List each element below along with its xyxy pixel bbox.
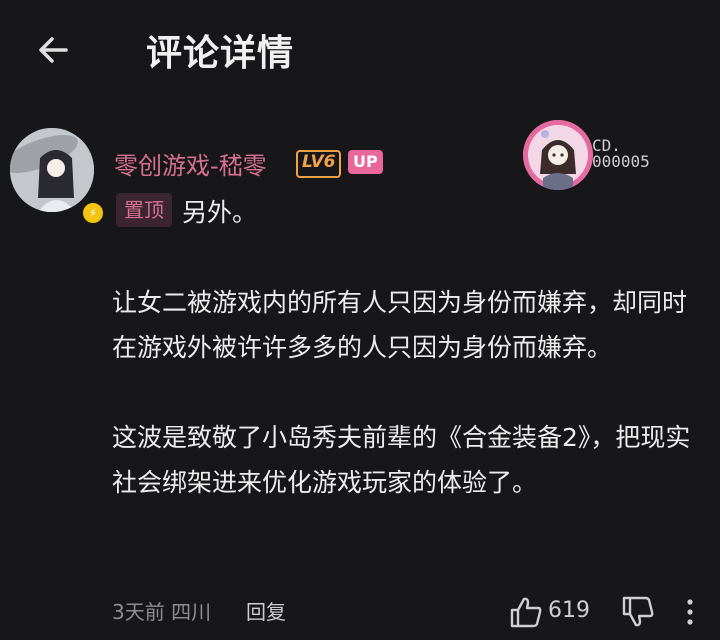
comment-paragraph: 让女二被游戏内的所有人只因为身份而嫌弃，却同时在游戏外被许许多多的人只因为身份而… bbox=[112, 288, 688, 362]
user-avatar-area[interactable]: ⚡ bbox=[10, 128, 106, 226]
comment-paragraph: 这波是致敬了小岛秀夫前辈的《合金装备2》，把现实社会绑架进来优化游戏玩家的体验了… bbox=[112, 423, 691, 497]
fan-medal-text: CD. 000005 bbox=[592, 136, 650, 171]
comment-paragraph: 另外。 bbox=[182, 198, 258, 227]
fan-medal-label: CD. 000005 bbox=[592, 138, 650, 170]
back-arrow-icon bbox=[39, 37, 68, 63]
page-title: 评论详情 bbox=[146, 33, 295, 74]
dislike-button[interactable] bbox=[620, 596, 656, 628]
back-button[interactable] bbox=[30, 26, 80, 76]
up-badge: UP bbox=[348, 150, 383, 174]
verified-icon: ⚡ bbox=[80, 200, 106, 226]
header-bar: 评论详情 bbox=[0, 0, 720, 100]
comment-meta: 3天前 四川 bbox=[112, 600, 212, 624]
dislike-icon bbox=[622, 596, 654, 627]
more-options-button[interactable] bbox=[680, 596, 700, 628]
avatar[interactable] bbox=[10, 128, 94, 212]
user-name[interactable]: 零创游戏-嵇零 bbox=[114, 146, 267, 181]
like-button[interactable] bbox=[508, 596, 544, 628]
fan-medal-icon[interactable] bbox=[523, 120, 593, 190]
more-icon bbox=[687, 599, 693, 625]
level-badge: LV6 bbox=[296, 150, 342, 178]
like-icon bbox=[510, 597, 542, 628]
reply-button[interactable]: 回复 bbox=[246, 596, 286, 625]
like-count: 619 bbox=[548, 598, 590, 623]
comment-content: 另外。 让女二被游戏内的所有人只因为身份而嫌弃，却同时在游戏外被许许多多的人只因… bbox=[112, 190, 702, 505]
